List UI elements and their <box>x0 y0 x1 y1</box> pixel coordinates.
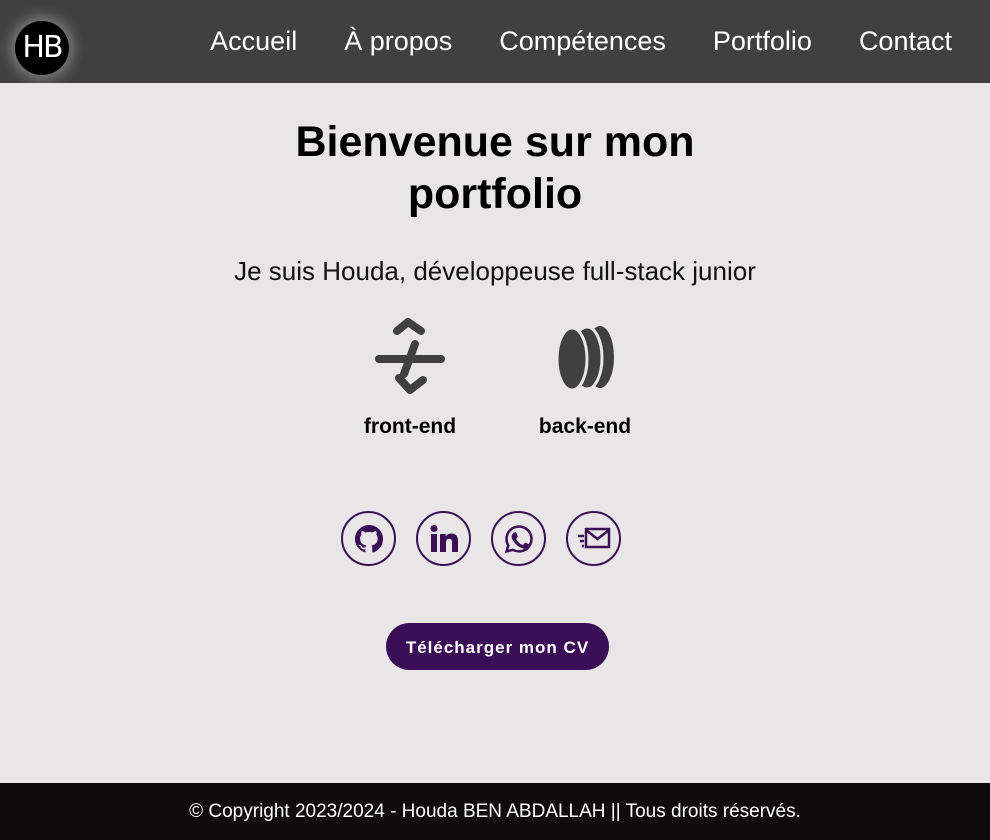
code-icon <box>350 317 470 399</box>
skill-label-front-end: front-end <box>363 415 457 438</box>
hero-section: Bienvenue sur mon portfolio Je suis Houd… <box>0 83 990 783</box>
whatsapp-link[interactable] <box>491 511 546 566</box>
download-cv-button[interactable]: Télécharger mon CV <box>386 623 609 670</box>
hero-subtitle: Je suis Houda, développeuse full-stack j… <box>234 256 756 286</box>
page-title: Bienvenue sur mon portfolio <box>0 116 990 220</box>
mail-link[interactable] <box>566 511 621 566</box>
nav-link-competences[interactable]: Compétences <box>499 28 666 55</box>
skill-back-end: back-end <box>525 317 645 439</box>
github-icon <box>354 524 383 553</box>
skill-label-back-end: back-end <box>538 415 632 438</box>
logo[interactable]: HB <box>15 21 69 75</box>
mail-icon <box>577 527 610 548</box>
social-links <box>341 511 641 566</box>
nav-link-portfolio[interactable]: Portfolio <box>713 28 812 55</box>
linkedin-icon <box>430 524 458 552</box>
skill-front-end: front-end <box>350 317 470 439</box>
title-line-2: portfolio <box>407 170 583 218</box>
whatsapp-icon <box>504 524 533 553</box>
footer: © Copyright 2023/2024 - Houda BEN ABDALL… <box>0 783 990 840</box>
footer-copyright: © Copyright 2023/2024 - Houda BEN ABDALL… <box>189 801 801 822</box>
github-link[interactable] <box>341 511 396 566</box>
nav-link-contact[interactable]: Contact <box>859 28 952 55</box>
nav-link-accueil[interactable]: Accueil <box>210 28 297 55</box>
navbar: HB Accueil À propos Compétences Portfoli… <box>0 0 990 83</box>
nav-link-a-propos[interactable]: À propos <box>344 28 452 55</box>
database-icon <box>525 317 645 399</box>
nav-links: Accueil À propos Compétences Portfolio C… <box>163 0 952 83</box>
title-line-1: Bienvenue sur mon <box>295 118 695 166</box>
linkedin-link[interactable] <box>416 511 471 566</box>
